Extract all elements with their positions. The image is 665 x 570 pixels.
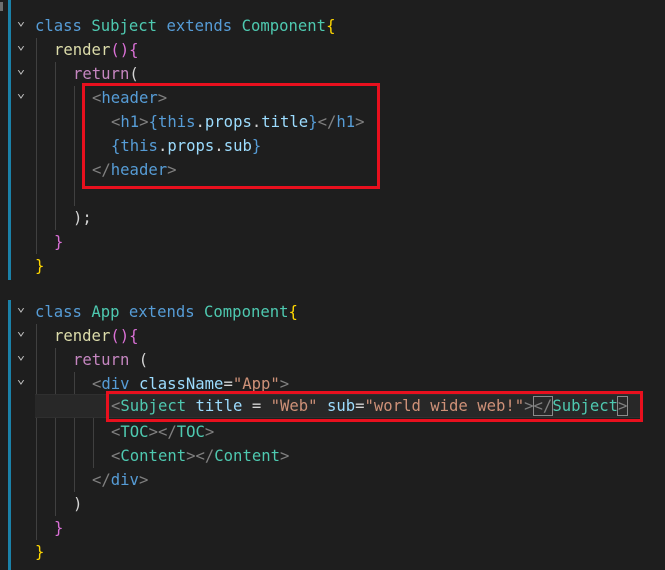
brace: { bbox=[288, 303, 298, 321]
fold-chevron-icon[interactable] bbox=[15, 324, 27, 348]
code-line[interactable]: } bbox=[54, 516, 63, 540]
keyword: return bbox=[73, 65, 130, 83]
code-line[interactable]: render(){ bbox=[54, 38, 139, 62]
tag-bracket: < bbox=[111, 423, 121, 441]
code-line[interactable]: ) bbox=[73, 492, 82, 516]
brace: } bbox=[54, 519, 64, 537]
fold-chevron-icon[interactable] bbox=[15, 62, 27, 86]
code-line[interactable]: return ( bbox=[73, 348, 148, 372]
gutter-mark bbox=[0, 2, 3, 11]
component-name: TOC bbox=[120, 423, 149, 441]
code-line[interactable]: } bbox=[35, 254, 44, 278]
class-name: App bbox=[91, 303, 120, 321]
code-line[interactable]: render(){ bbox=[54, 324, 139, 348]
paren: () bbox=[110, 41, 130, 59]
code-editor[interactable]: class Subject extends Component{ render(… bbox=[0, 0, 665, 570]
code-line[interactable]: } bbox=[35, 540, 44, 564]
method-name: render bbox=[54, 41, 111, 59]
indent-guide bbox=[55, 62, 56, 230]
tag-bracket: > bbox=[138, 471, 149, 489]
method-name: render bbox=[54, 327, 111, 345]
fold-chevron-icon[interactable] bbox=[15, 300, 27, 324]
fold-chevron-icon[interactable] bbox=[15, 372, 27, 396]
keyword: class bbox=[35, 17, 82, 35]
brace: { bbox=[129, 41, 139, 59]
fold-chevron-icon[interactable] bbox=[15, 86, 27, 110]
class-name: Component bbox=[241, 17, 327, 35]
code-line[interactable]: ); bbox=[73, 206, 92, 230]
paren: ( bbox=[138, 351, 149, 369]
keyword: class bbox=[35, 303, 82, 321]
fold-chevron-icon[interactable] bbox=[15, 348, 27, 372]
brace: { bbox=[326, 17, 336, 35]
code-line[interactable]: class App extends Component{ bbox=[35, 300, 298, 324]
component-name: Content bbox=[120, 447, 187, 465]
paren: () bbox=[110, 327, 130, 345]
code-line[interactable]: class Subject extends Component{ bbox=[35, 14, 335, 38]
tag-bracket: </ bbox=[92, 471, 111, 489]
tag-bracket: > bbox=[280, 447, 290, 465]
component-name: TOC bbox=[176, 423, 205, 441]
brace: { bbox=[129, 327, 139, 345]
tag-bracket: < bbox=[111, 447, 121, 465]
brace: } bbox=[35, 257, 45, 275]
code-line[interactable]: <Content></Content> bbox=[111, 444, 289, 468]
tag-name: div bbox=[110, 471, 139, 489]
indent-guide bbox=[74, 86, 75, 206]
paren: ) bbox=[73, 495, 83, 513]
modified-indicator bbox=[8, 300, 11, 570]
punctuation: ); bbox=[73, 209, 92, 227]
indent-guide bbox=[36, 324, 37, 540]
highlight-box-header bbox=[82, 83, 380, 189]
code-line[interactable]: </div> bbox=[92, 468, 148, 492]
class-name: Component bbox=[204, 303, 289, 321]
keyword: extends bbox=[166, 17, 233, 35]
indent-guide bbox=[36, 38, 37, 254]
tag-bracket: < bbox=[92, 375, 102, 393]
fold-chevron-icon[interactable] bbox=[15, 38, 27, 62]
paren: ( bbox=[129, 65, 139, 83]
keyword: return bbox=[73, 351, 130, 369]
tag-bracket: ></ bbox=[148, 423, 177, 441]
code-line[interactable]: } bbox=[54, 230, 63, 254]
tag-bracket: > bbox=[204, 423, 215, 441]
fold-chevron-icon[interactable] bbox=[15, 14, 27, 38]
indent-guide bbox=[55, 348, 56, 516]
tag-bracket: ></ bbox=[186, 447, 215, 465]
component-name: Content bbox=[214, 447, 280, 465]
keyword: extends bbox=[128, 303, 195, 321]
indent-guide bbox=[74, 372, 75, 492]
highlight-box-subject bbox=[106, 391, 643, 422]
modified-indicator bbox=[8, 0, 11, 280]
brace: } bbox=[35, 543, 45, 561]
code-line[interactable]: <TOC></TOC> bbox=[111, 420, 214, 444]
class-name: Subject bbox=[91, 17, 158, 35]
brace: } bbox=[54, 233, 64, 251]
